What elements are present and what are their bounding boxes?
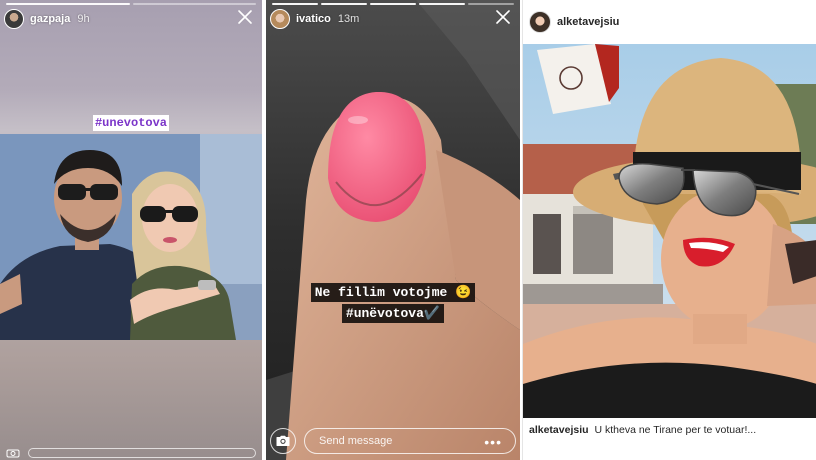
hashtag-text: #unevotova: [92, 115, 169, 131]
caption-text: U ktheva ne Tirane per te votuar!...: [594, 424, 757, 436]
post-photo[interactable]: [523, 44, 816, 418]
message-field-wrapper: •••: [304, 428, 516, 454]
camera-button[interactable]: [270, 428, 296, 454]
story-time: 13m: [337, 13, 360, 25]
story-time: 9h: [77, 13, 90, 25]
send-message-bar: •••: [270, 426, 516, 456]
story-header: ivatico 13m: [270, 8, 512, 30]
story-photo: [266, 0, 520, 460]
instagram-post: alketavejsiu alketavejsiu U ktheva ne Ti…: [522, 0, 816, 460]
more-icon[interactable]: •••: [484, 435, 502, 449]
story-hashtag[interactable]: #unëvotova✔️: [266, 304, 520, 323]
story-caption-line1: Ne fillim votojme 😉: [266, 283, 520, 302]
progress-segment: [370, 3, 416, 5]
progress-segment: [132, 3, 256, 5]
close-icon[interactable]: [494, 8, 512, 26]
avatar[interactable]: [270, 9, 290, 29]
progress-segment: [6, 3, 130, 5]
progress-segment: [272, 3, 318, 5]
camera-icon: [276, 435, 290, 446]
story-panel-gazpaja[interactable]: gazpaja 9h #unevotova: [0, 0, 262, 460]
close-icon[interactable]: [236, 8, 254, 26]
caption-username[interactable]: alketavejsiu: [529, 424, 589, 436]
post-caption: alketavejsiu U ktheva ne Tirane per te v…: [529, 424, 812, 436]
avatar[interactable]: [4, 9, 24, 29]
post-username[interactable]: alketavejsiu: [557, 16, 619, 28]
story-progress: [6, 3, 256, 5]
story-header: gazpaja 9h: [4, 8, 254, 30]
post-header: alketavejsiu: [523, 0, 816, 44]
progress-segment: [468, 3, 514, 5]
story-progress: [272, 3, 514, 5]
avatar[interactable]: [529, 11, 551, 33]
story-bottom-bar: [0, 446, 262, 460]
story-username[interactable]: ivatico: [296, 13, 331, 25]
hashtag-sticker[interactable]: #unevotova: [0, 113, 262, 131]
story-username[interactable]: gazpaja: [30, 13, 70, 25]
message-field[interactable]: [28, 448, 256, 458]
progress-segment: [419, 3, 465, 5]
progress-segment: [321, 3, 367, 5]
camera-icon[interactable]: [6, 448, 20, 458]
story-photo: [0, 134, 262, 340]
story-panel-ivatico[interactable]: ivatico 13m Ne fillim votojme 😉 #unëvoto…: [266, 0, 520, 460]
